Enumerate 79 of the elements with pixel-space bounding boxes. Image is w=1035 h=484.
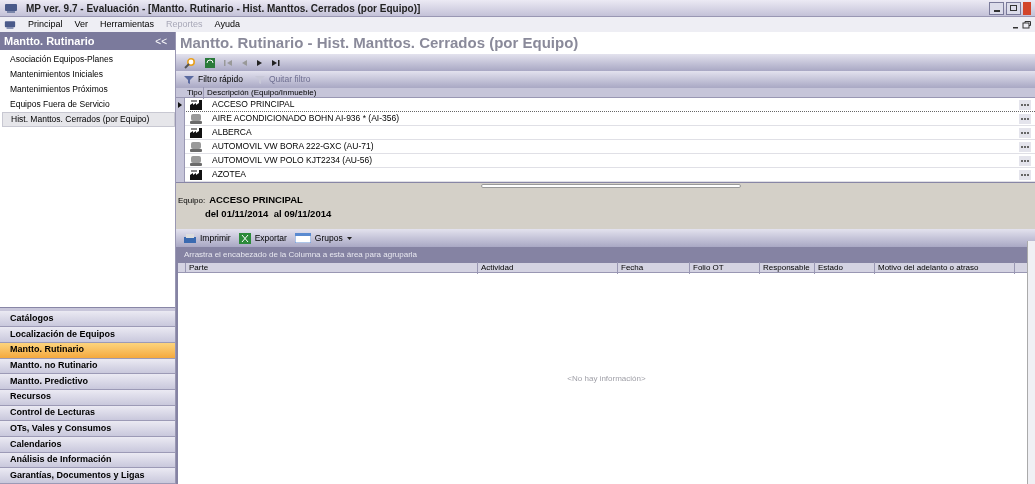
equipment-name: ACCESO PRINCIPAL bbox=[209, 193, 303, 207]
dots-icon bbox=[1021, 159, 1029, 162]
device-icon bbox=[189, 154, 203, 167]
ellipsis-button[interactable] bbox=[1019, 113, 1031, 124]
column-header[interactable]: Responsable bbox=[760, 261, 815, 274]
collapse-button[interactable]: << bbox=[151, 33, 171, 49]
toolbar-button[interactable]: Imprimir bbox=[184, 231, 231, 245]
table-cell-text: ALBERCA bbox=[211, 126, 252, 139]
grid-icon bbox=[294, 233, 311, 243]
dots-icon bbox=[1021, 173, 1029, 176]
building-icon bbox=[189, 98, 203, 111]
task-item[interactable]: Mantenimientos Iniciales bbox=[2, 67, 175, 82]
page-title: Mantto. Rutinario - Hist. Manttos. Cerrados (por Equipo) bbox=[179, 32, 580, 53]
splitter-handle[interactable] bbox=[481, 184, 741, 188]
menu-item[interactable]: Principal bbox=[28, 17, 63, 32]
module-button[interactable]: Mantto. Predictivo bbox=[0, 374, 175, 390]
column-header[interactable]: Motivo del adelanto o atraso bbox=[875, 261, 1015, 274]
menu-item[interactable]: Ver bbox=[74, 17, 89, 32]
table-cell-text: AZOTEA bbox=[211, 168, 246, 181]
scrollbar[interactable] bbox=[1027, 241, 1035, 484]
column-header[interactable]: Actividad bbox=[478, 261, 618, 274]
dots-icon bbox=[1021, 145, 1029, 148]
menu-item[interactable]: Herramientas bbox=[100, 17, 155, 32]
task-item[interactable]: Hist. Manttos. Cerrados (por Equipo) bbox=[2, 112, 175, 127]
spreadsheet-icon bbox=[238, 232, 251, 244]
funnel-icon bbox=[254, 74, 265, 85]
module-button[interactable]: OTs, Vales y Consumos bbox=[0, 421, 175, 437]
computer-icon bbox=[4, 2, 18, 14]
dots-icon bbox=[1021, 117, 1029, 120]
row-indicator[interactable] bbox=[176, 97, 185, 112]
toolbar-button[interactable]: Grupos bbox=[294, 231, 352, 245]
ellipsis-button[interactable] bbox=[1019, 141, 1031, 152]
menu-item[interactable]: Ayuda bbox=[214, 17, 240, 32]
table-cell-text: AUTOMOVIL VW BORA 222-GXC (AU-71) bbox=[211, 140, 374, 153]
refresh-icon[interactable] bbox=[204, 56, 216, 69]
task-item[interactable]: Equipos Fuera de Servicio bbox=[2, 97, 175, 112]
dropdown-caret-icon bbox=[346, 236, 352, 240]
dots-icon bbox=[1021, 103, 1029, 106]
minimize-button[interactable] bbox=[989, 1, 1004, 15]
window-title: MP ver. 9.7 - Evaluación - [Mantto. Rutinario - Hist. Manttos. Cerrados (por Equipo)] bbox=[26, 1, 421, 16]
column-header[interactable]: Parte bbox=[186, 261, 478, 274]
task-item[interactable]: Asociación Equipos-Planes bbox=[2, 52, 175, 67]
column-header[interactable]: Folio OT bbox=[690, 261, 760, 274]
filter-button[interactable]: Filtro rápido bbox=[184, 73, 243, 86]
printer-icon bbox=[184, 232, 196, 244]
device-icon bbox=[189, 112, 203, 125]
funnel-icon bbox=[184, 74, 194, 85]
ellipsis-button[interactable] bbox=[1019, 127, 1031, 138]
module-button[interactable]: Garantías, Documentos y Ligas bbox=[0, 468, 175, 484]
module-button[interactable]: Localización de Equipos bbox=[0, 327, 175, 343]
ellipsis-button[interactable] bbox=[1019, 169, 1031, 180]
empty-message: <No hay información> bbox=[567, 372, 646, 385]
panel-title: Mantto. Rutinario bbox=[4, 33, 95, 49]
window-controls-icon[interactable] bbox=[1013, 20, 1031, 29]
device-icon bbox=[189, 140, 203, 153]
next-record-icon[interactable] bbox=[256, 58, 263, 67]
close-button[interactable] bbox=[1023, 1, 1031, 15]
building-icon bbox=[189, 126, 203, 139]
computer-icon bbox=[4, 19, 16, 30]
ellipsis-button[interactable] bbox=[1019, 99, 1031, 110]
column-header[interactable]: Descripción (Equipo/Inmueble) bbox=[204, 86, 1035, 99]
current-row-icon bbox=[178, 101, 182, 108]
date-range: del 01/11/2014 al 09/11/2014 bbox=[204, 207, 333, 222]
building-icon bbox=[189, 168, 203, 181]
search-icon[interactable] bbox=[184, 56, 196, 69]
last-record-icon[interactable] bbox=[271, 58, 280, 67]
task-item[interactable]: Mantenimientos Próximos bbox=[2, 82, 175, 97]
table-cell-text: ACCESO PRINCIPAL bbox=[211, 98, 295, 111]
field-label: Equipo: bbox=[178, 195, 206, 208]
module-button[interactable]: Catálogos bbox=[0, 311, 175, 328]
toolbar-button[interactable]: Exportar bbox=[238, 231, 287, 245]
column-header[interactable]: Fecha bbox=[618, 261, 690, 274]
restore-button[interactable] bbox=[1006, 1, 1021, 15]
ellipsis-button[interactable] bbox=[1019, 155, 1031, 166]
column-header[interactable]: Estado bbox=[815, 261, 875, 274]
dots-icon bbox=[1021, 131, 1029, 134]
table-cell-text: AUTOMOVIL VW POLO KJT2234 (AU-56) bbox=[211, 154, 373, 167]
table-cell-text: AIRE ACONDICIONADO BOHN AI-936 * (AI-356) bbox=[211, 112, 400, 125]
group-hint: Arrastra el encabezado de la Columna a esta área para agruparla bbox=[184, 249, 418, 261]
